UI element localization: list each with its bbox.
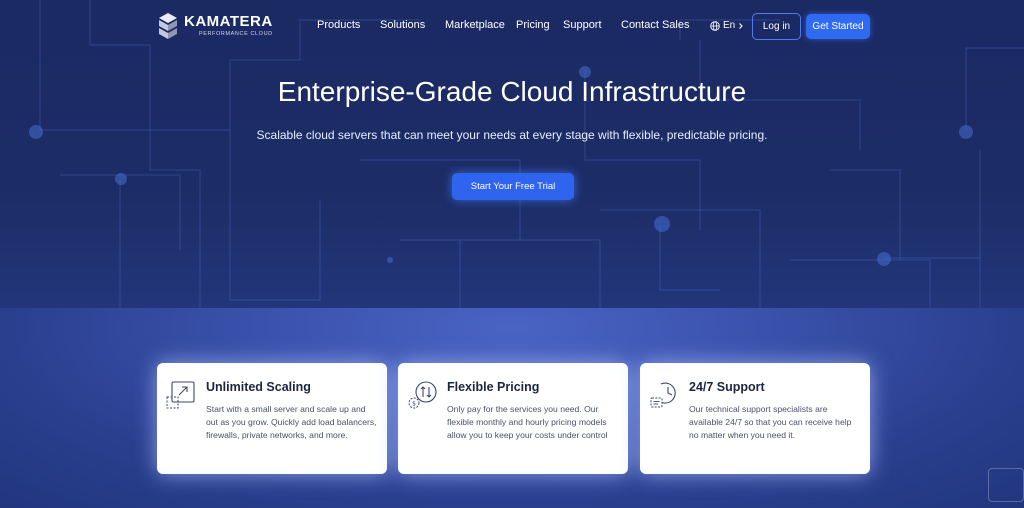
feature-card-scaling: Unlimited Scaling Start with a small ser… [157, 363, 387, 474]
support-clock-icon [650, 382, 676, 408]
chevron-right-icon [739, 22, 744, 29]
feature-description: Only pay for the services you need. Our … [447, 404, 608, 440]
nav-solutions[interactable]: Solutions [380, 19, 425, 31]
language-label: En [723, 20, 736, 31]
nav-support[interactable]: Support [563, 19, 602, 31]
feature-title: Flexible Pricing [447, 380, 540, 394]
scale-arrow-icon [166, 381, 195, 409]
feature-description: Our technical support specialists are av… [689, 404, 852, 440]
globe-icon [710, 20, 720, 31]
hero-subtitle: Scalable cloud servers that can meet you… [256, 128, 768, 142]
svg-text:$: $ [412, 401, 416, 408]
feature-title: 24/7 Support [689, 380, 765, 394]
hero-title: Enterprise-Grade Cloud Infrastructure [277, 76, 747, 107]
get-started-button[interactable]: Get Started [806, 14, 870, 39]
nav-products[interactable]: Products [317, 19, 360, 31]
chat-widget[interactable] [988, 468, 1024, 502]
logo-cube-icon [159, 13, 177, 39]
feature-card-support: 24/7 Support Our technical support speci… [640, 363, 870, 474]
nav-marketplace[interactable]: Marketplace [445, 19, 505, 31]
logo-tagline: PERFORMANCE CLOUD [198, 31, 273, 37]
feature-card-pricing: $ Flexible Pricing Only pay for the serv… [398, 363, 628, 474]
site-header: KAMATERA PERFORMANCE CLOUD Products Solu… [0, 0, 1024, 52]
feature-description: Start with a small server and scale up a… [206, 404, 377, 440]
free-trial-button[interactable]: Start Your Free Trial [452, 173, 574, 200]
logo-name: KAMATERA [184, 13, 273, 30]
pricing-arrows-icon: $ [408, 381, 437, 409]
login-button[interactable]: Log in [752, 13, 801, 40]
nav-pricing[interactable]: Pricing [516, 19, 550, 31]
feature-title: Unlimited Scaling [206, 380, 311, 394]
language-selector[interactable]: En [710, 20, 744, 31]
nav-contact-sales[interactable]: Contact Sales [621, 19, 689, 31]
kamatera-logo[interactable]: KAMATERA PERFORMANCE CLOUD [158, 12, 273, 40]
